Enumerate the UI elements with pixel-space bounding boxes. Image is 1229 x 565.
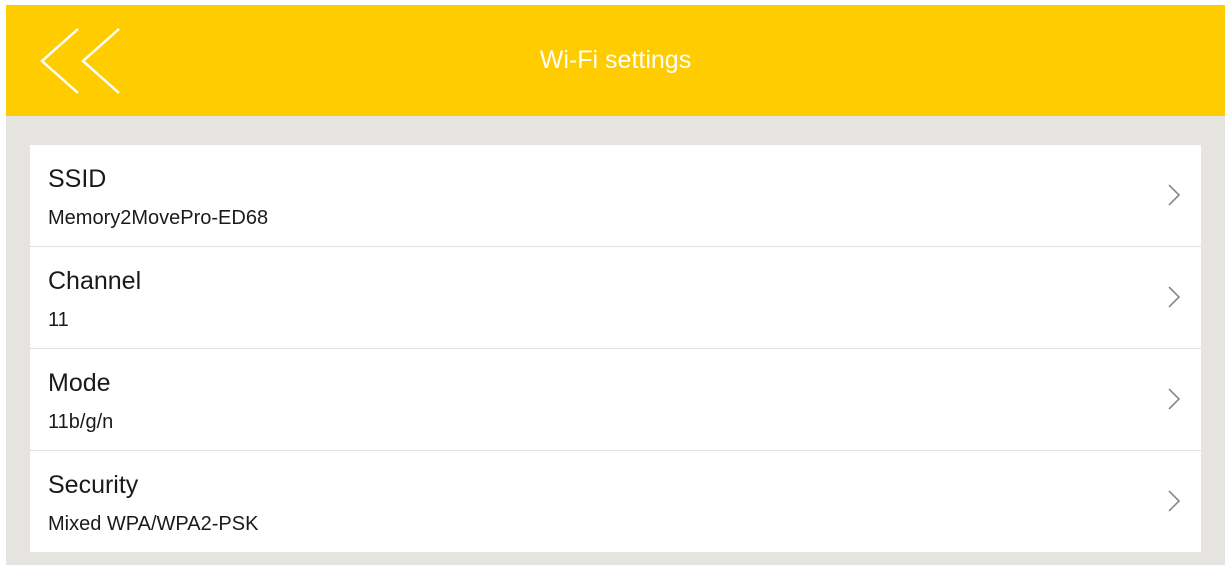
settings-row-mode[interactable]: Mode 11b/g/n: [30, 349, 1201, 451]
chevron-right-icon: [1167, 387, 1181, 411]
settings-list: SSID Memory2MovePro-ED68 Channel 11 Mode…: [30, 145, 1201, 552]
chevron-right-icon: [1167, 183, 1181, 207]
row-label: SSID: [48, 165, 107, 193]
header-bar: Wi-Fi settings: [6, 5, 1225, 116]
row-value: 11b/g/n: [48, 411, 114, 433]
chevron-right-icon: [1167, 285, 1181, 309]
row-label: Security: [48, 471, 139, 499]
row-value: Mixed WPA/WPA2-PSK: [48, 513, 259, 535]
row-value: 11: [48, 309, 69, 331]
settings-row-channel[interactable]: Channel 11: [30, 247, 1201, 349]
row-label: Mode: [48, 369, 111, 397]
row-value: Memory2MovePro-ED68: [48, 207, 269, 229]
page-title: Wi-Fi settings: [539, 46, 692, 74]
app-frame: Wi-Fi settings SSID Memory2MovePro-ED68 …: [6, 5, 1225, 565]
row-label: Channel: [48, 267, 142, 295]
settings-row-ssid[interactable]: SSID Memory2MovePro-ED68: [30, 145, 1201, 247]
chevron-right-icon: [1167, 489, 1181, 513]
settings-row-security[interactable]: Security Mixed WPA/WPA2-PSK: [30, 451, 1201, 552]
